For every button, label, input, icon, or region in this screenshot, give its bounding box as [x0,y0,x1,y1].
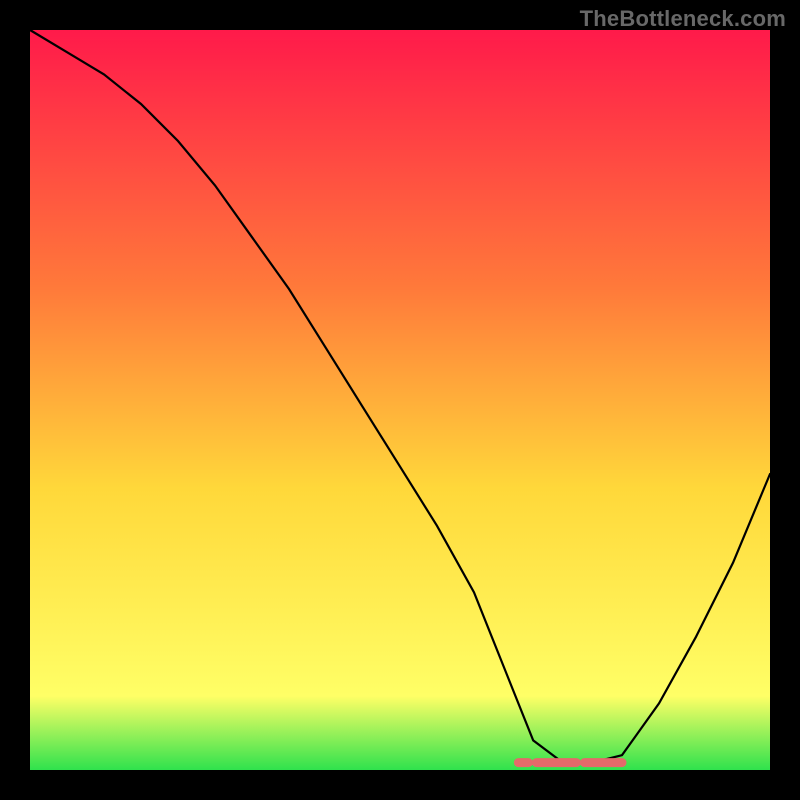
bottleneck-chart [0,0,800,800]
plot-area [30,30,770,770]
watermark-text: TheBottleneck.com [580,6,786,32]
chart-container: TheBottleneck.com [0,0,800,800]
